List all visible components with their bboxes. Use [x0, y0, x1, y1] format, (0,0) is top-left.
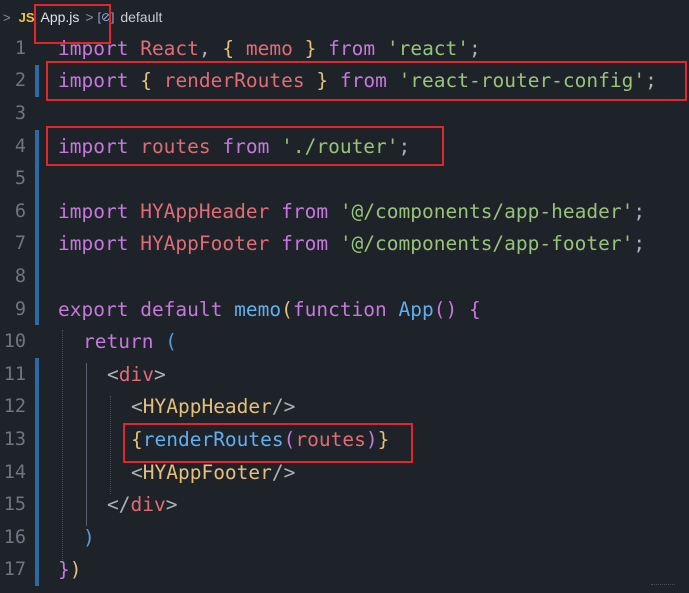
chevron-right-icon: >: [3, 9, 11, 25]
line-number: 12: [3, 396, 26, 418]
modified-gutter-marker: [35, 64, 39, 98]
watermark-mark: [651, 584, 675, 587]
modified-gutter-marker: [35, 520, 39, 554]
modified-gutter-marker: [35, 357, 39, 391]
code-line: 16 ): [0, 520, 689, 554]
code-editor[interactable]: > JS App.js > [⊘] default 1 import React…: [0, 0, 689, 593]
modified-gutter-marker: [35, 488, 39, 521]
highlight-box-line-4: [46, 126, 444, 166]
code-text: export default memo(function App() {: [58, 297, 481, 321]
line-number: 3: [14, 102, 26, 124]
code-area[interactable]: 1 import React, { memo } from 'react'; 2…: [0, 32, 689, 587]
code-text: import React, { memo } from 'react';: [58, 36, 481, 60]
modified-gutter-marker: [35, 129, 39, 163]
line-number: 11: [3, 363, 26, 385]
highlight-box-line-2: [46, 61, 687, 101]
line-number: 5: [14, 168, 26, 190]
modified-gutter-marker: [35, 423, 39, 456]
indent-guide: [110, 396, 111, 494]
javascript-file-icon: JS: [18, 9, 35, 25]
indent-guide: [62, 330, 63, 560]
line-number: 7: [14, 233, 26, 255]
modified-gutter-marker: [35, 455, 39, 489]
line-number: 1: [14, 37, 26, 59]
code-text: return (: [83, 330, 177, 354]
modified-gutter-marker: [35, 162, 39, 195]
line-number: 6: [14, 200, 26, 222]
code-line: 15 </div>: [0, 488, 689, 521]
code-line: 10 return (: [0, 325, 689, 358]
modified-gutter-marker: [35, 292, 39, 326]
code-line: 3: [0, 97, 689, 130]
code-text: </div>: [107, 493, 178, 517]
code-text: <HYAppHeader/>: [131, 395, 296, 419]
line-number: 8: [14, 265, 26, 287]
modified-gutter-marker: [35, 553, 39, 587]
code-line: 12 <HYAppHeader/>: [0, 390, 689, 424]
modified-gutter-marker: [35, 390, 39, 424]
code-text: }): [58, 558, 82, 582]
code-line: 5: [0, 162, 689, 195]
line-number: 17: [3, 559, 26, 581]
code-line: 11 <div>: [0, 357, 689, 391]
code-line: 1 import React, { memo } from 'react';: [0, 32, 689, 65]
code-line: 7 import HYAppFooter from '@/components/…: [0, 227, 689, 261]
line-number: 16: [3, 526, 26, 548]
line-number: 10: [3, 331, 26, 353]
line-number: 2: [14, 70, 26, 92]
line-number: 15: [3, 494, 26, 516]
indent-guide-active: [86, 363, 87, 526]
code-text: <HYAppFooter/>: [131, 460, 296, 484]
modified-gutter-marker: [35, 227, 39, 261]
code-text: <div>: [107, 362, 166, 386]
highlight-box-line-13: [123, 423, 413, 463]
line-number: 13: [3, 428, 26, 450]
code-line: 8: [0, 260, 689, 293]
line-number: 9: [14, 298, 26, 320]
code-line: 6 import HYAppHeader from '@/components/…: [0, 194, 689, 228]
breadcrumb-symbol[interactable]: default: [120, 9, 162, 25]
code-text: ): [83, 525, 95, 549]
code-text: import HYAppFooter from '@/components/ap…: [58, 232, 646, 256]
code-text: import HYAppHeader from '@/components/ap…: [58, 199, 646, 223]
code-line: 9 export default memo(function App() {: [0, 292, 689, 326]
modified-gutter-marker: [35, 260, 39, 293]
modified-gutter-marker: [35, 194, 39, 228]
line-number: 14: [3, 461, 26, 483]
line-number: 4: [14, 135, 26, 157]
code-line: 17 }): [0, 553, 689, 587]
